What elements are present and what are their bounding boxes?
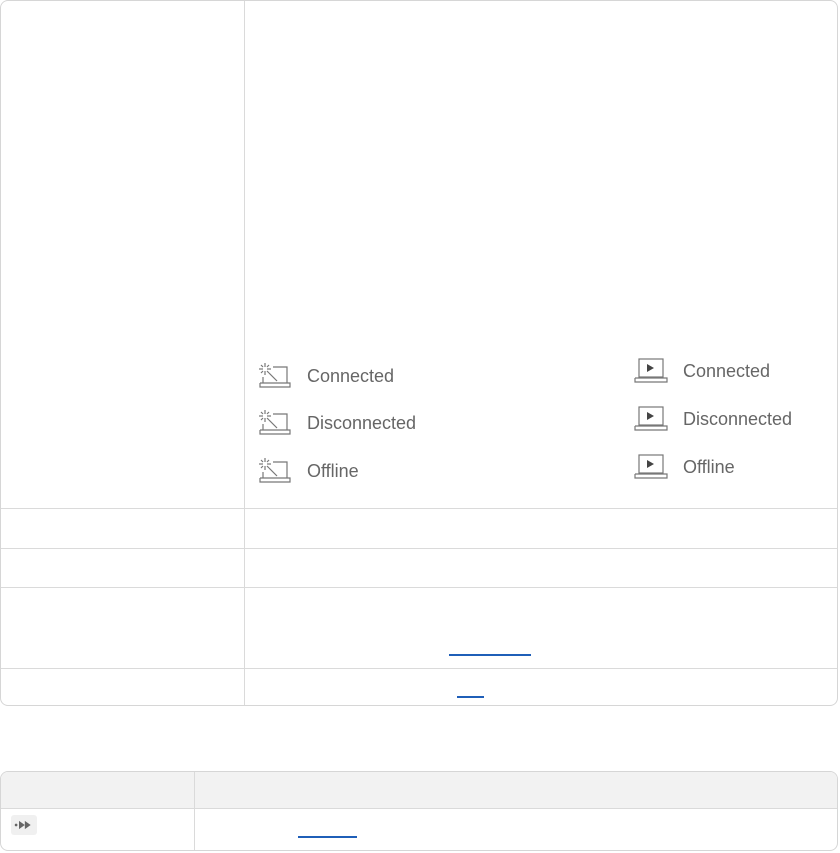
gear-monitor-icon [259,410,291,435]
status-table: Connected Disconnected Offline Connected… [0,0,838,706]
second-table [0,771,838,851]
status-label: Offline [307,460,359,481]
play-monitor-icon [634,358,668,383]
table-row [1,669,837,705]
status-label: Connected [683,360,771,381]
table-row-status-icons: Connected Disconnected Offline Connected… [1,1,837,509]
fast-forward-icon [11,815,37,835]
column-divider [194,772,195,850]
status-item-offline: Offline [257,456,359,486]
status-item-offline: Offline [633,452,735,482]
table-row [1,588,837,669]
table-row [1,809,837,850]
status-label: Offline [683,456,735,477]
play-monitor-icon [634,454,668,479]
status-item-disconnected: Disconnected [633,404,792,434]
table-header-row [1,772,837,809]
status-label: Disconnected [307,412,417,433]
link-underline[interactable] [457,696,484,698]
table-row [1,549,837,588]
status-label: Disconnected [683,408,793,429]
link-underline[interactable] [298,836,357,838]
gear-monitor-icon [259,458,291,483]
gear-monitor-icon [259,363,291,388]
status-item-disconnected: Disconnected [257,408,416,438]
play-monitor-icon [634,406,668,431]
table-row [1,509,837,549]
column-divider [244,1,245,705]
status-label: Connected [307,365,395,386]
status-item-connected: Connected [633,356,770,386]
status-item-connected: Connected [257,361,394,391]
link-underline[interactable] [449,654,531,656]
